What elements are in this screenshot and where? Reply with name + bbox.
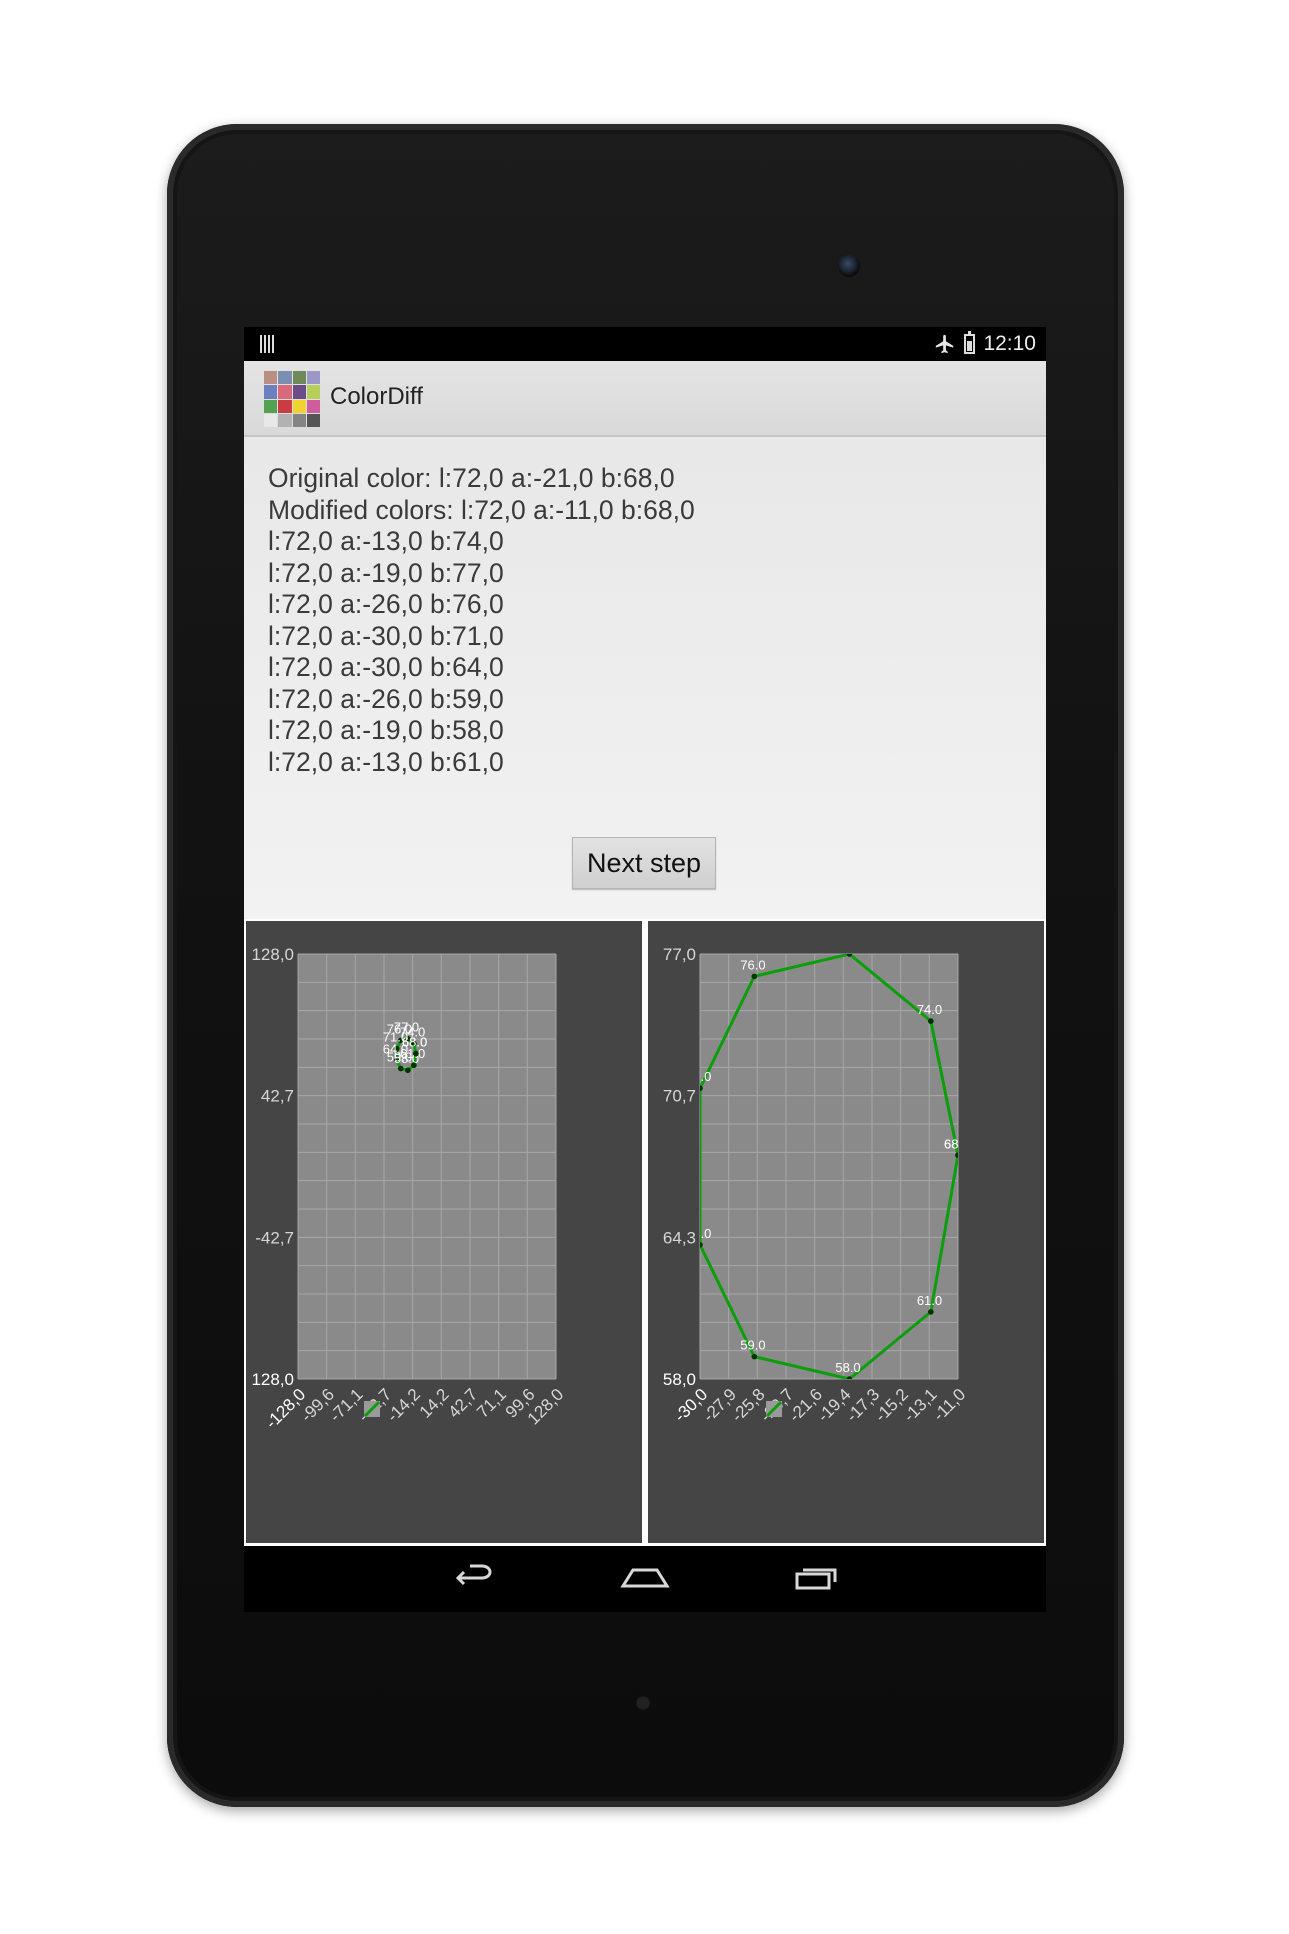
plot-area xyxy=(700,954,958,1379)
back-icon[interactable] xyxy=(450,1560,500,1596)
color-line: l:72,0 a:-13,0 b:74,0 xyxy=(268,526,504,556)
color-line: l:72,0 a:-26,0 b:76,0 xyxy=(268,589,504,619)
light-sensor xyxy=(637,1697,649,1709)
status-bar: 12:10 xyxy=(244,327,1046,361)
plot-area xyxy=(298,954,556,1379)
original-color-line: Original color: l:72,0 a:-21,0 b:68,0 xyxy=(268,463,675,493)
y-tick-label: 70,7 xyxy=(663,1087,696,1106)
data-point xyxy=(700,1085,703,1092)
data-label: 71.0 xyxy=(686,1069,711,1084)
y-tick-label: -42,7 xyxy=(255,1228,294,1247)
data-label: 77.0 xyxy=(835,935,860,950)
color-line: l:72,0 a:-13,0 b:61,0 xyxy=(268,746,504,777)
battery-charging-icon xyxy=(964,331,976,354)
color-line: l:72,0 a:-19,0 b:58,0 xyxy=(268,715,504,745)
y-tick-label: 58,0 xyxy=(663,1370,696,1389)
navigation-bar xyxy=(244,1546,1046,1612)
y-tick-label: 128,0 xyxy=(251,1370,294,1389)
data-point xyxy=(397,1065,404,1072)
data-point xyxy=(751,1353,758,1360)
charts-area: 68.074.077.076.071.064.059.058.061.068.0… xyxy=(244,919,1046,1546)
zoomed-chart-panel[interactable]: 68.0 74.0 77.0 76.0 71.0 64.0 59.0 58.0 61.0 68.0… xyxy=(648,921,1044,1543)
color-line: l:72,0 a:-19,0 b:77,0 xyxy=(268,557,504,588)
data-label: 76.0 xyxy=(740,957,765,972)
front-camera xyxy=(838,255,860,277)
x-tick-label: 42,7 xyxy=(444,1385,481,1422)
data-label: 68.0 xyxy=(944,1136,969,1151)
data-point xyxy=(928,1018,934,1024)
data-point xyxy=(928,1309,934,1315)
data-point xyxy=(955,1152,958,1159)
overview-chart-panel[interactable]: 68.074.077.076.071.064.059.058.061.068.0… xyxy=(246,921,642,1543)
x-tick-label: 14,2 xyxy=(416,1385,453,1422)
data-point xyxy=(700,1241,703,1248)
screen: 12:10 ColorDiff Original color: l:72,0 a… xyxy=(244,327,1046,1612)
action-bar: ColorDiff xyxy=(244,361,1046,437)
color-checker-icon[interactable] xyxy=(264,371,320,427)
x-tick-label: 71,1 xyxy=(473,1385,510,1422)
zoomed-chart: 68.074.077.076.071.064.059.058.061.068.0… xyxy=(663,935,969,1426)
y-tick-label: 128,0 xyxy=(251,945,294,964)
color-line: l:72,0 a:-30,0 b:64,0 xyxy=(268,652,504,682)
color-line: l:72,0 a:-30,0 b:71,0 xyxy=(268,620,504,651)
modified-colors-line: Modified colors: l:72,0 a:-11,0 b:68,0 xyxy=(268,494,695,525)
clock: 12:10 xyxy=(983,332,1036,355)
airplane-mode-icon xyxy=(936,334,954,354)
data-point xyxy=(413,1050,419,1057)
data-point xyxy=(751,973,758,980)
home-icon[interactable] xyxy=(620,1560,670,1596)
next-step-button[interactable]: Next step xyxy=(572,837,716,889)
color-line: l:72,0 a:-26,0 b:59,0 xyxy=(268,683,504,714)
status-icons: 12:10 xyxy=(934,331,1036,357)
color-info-panel: Original color: l:72,0 a:-21,0 b:68,0 Mo… xyxy=(244,437,1046,919)
y-tick-label: 64,3 xyxy=(663,1228,696,1247)
y-tick-label: 42,7 xyxy=(261,1087,294,1106)
app-title: ColorDiff xyxy=(330,383,423,410)
overview-chart: 68.074.077.076.071.064.059.058.061.068.0… xyxy=(251,945,567,1432)
x-tick-label: -11,0 xyxy=(929,1385,969,1425)
color-lines: Original color: l:72,0 a:-21,0 b:68,0 Mo… xyxy=(268,463,695,778)
barcode-icon xyxy=(260,335,276,353)
data-label: 58.0 xyxy=(835,1360,860,1375)
y-tick-label: 77,0 xyxy=(663,945,696,964)
recent-apps-icon[interactable] xyxy=(791,1560,841,1596)
data-point xyxy=(846,1376,853,1379)
data-point xyxy=(846,954,853,957)
data-label: 59.0 xyxy=(740,1338,765,1353)
data-label: 68.0 xyxy=(402,1035,427,1050)
data-point xyxy=(405,1067,411,1074)
data-label: 61.0 xyxy=(917,1293,942,1308)
data-point xyxy=(411,1062,417,1069)
data-label: 74.0 xyxy=(917,1002,942,1017)
